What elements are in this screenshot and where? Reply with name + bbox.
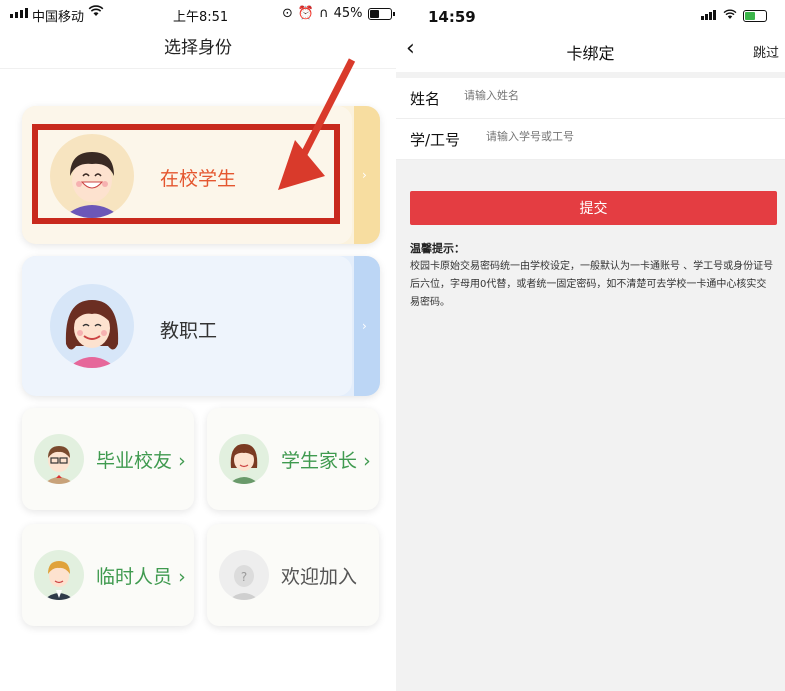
- role-card-welcome[interactable]: ? 欢迎加入: [207, 524, 379, 626]
- role-card-parent[interactable]: 学生家长 ›: [207, 408, 379, 510]
- chevron-right-icon: ›: [178, 450, 186, 472]
- alumni-avatar: [34, 434, 84, 484]
- role-label-staff: 教职工: [160, 320, 218, 342]
- chevron-right-icon: ›: [362, 319, 367, 333]
- annotation-arrow-icon: [278, 58, 356, 190]
- parent-avatar: [219, 434, 269, 484]
- staff-avatar: [50, 284, 134, 368]
- name-input[interactable]: [462, 88, 686, 103]
- top-bar: 14:59 ‹ 卡绑定 跳过: [396, 0, 785, 72]
- role-card-alumni[interactable]: 毕业校友 ›: [22, 408, 194, 510]
- name-label: 姓名: [410, 90, 441, 108]
- wifi-icon: [723, 9, 737, 23]
- chevron-right-icon: ›: [363, 450, 371, 472]
- unknown-user-avatar: ?: [219, 550, 269, 600]
- status-time-right: 14:59: [428, 8, 476, 26]
- chevron-right-icon: ›: [178, 566, 186, 588]
- tip-title: 温馨提示：: [410, 242, 465, 255]
- role-card-temp[interactable]: 临时人员 ›: [22, 524, 194, 626]
- submit-button[interactable]: 提交: [410, 191, 777, 225]
- name-row: 姓名: [396, 78, 785, 119]
- right-phone-screen: 14:59 ‹ 卡绑定 跳过 姓名 学/工号 提交 温馨提示： 校园卡原始交易密…: [396, 0, 785, 691]
- role-label-temp: 临时人员 ›: [96, 566, 186, 588]
- skip-button[interactable]: 跳过: [753, 42, 779, 61]
- id-input[interactable]: [484, 129, 708, 144]
- tip-body: 校园卡原始交易密码统一由学校设定，一般默认为一卡通账号 、学工号或身份证号后六位…: [410, 261, 774, 308]
- id-label: 学/工号: [410, 131, 461, 149]
- svg-text:?: ?: [241, 570, 247, 584]
- bind-form: 姓名 学/工号: [396, 78, 785, 160]
- role-label-welcome: 欢迎加入: [281, 566, 358, 588]
- role-label-alumni: 毕业校友 ›: [96, 450, 186, 472]
- staff-card-tab: ›: [354, 256, 380, 396]
- left-phone-screen: 中国移动 上午8:51 ⊙ ⏰ ∩ 45% 选择身份 › 在校学生 › 教职工 …: [0, 0, 396, 691]
- role-label-parent: 学生家长 ›: [281, 450, 371, 472]
- page-title: 卡绑定: [566, 44, 615, 63]
- id-row: 学/工号: [396, 119, 785, 160]
- signal-icon: [701, 9, 717, 23]
- temp-avatar: [34, 550, 84, 600]
- battery-icon: [743, 10, 767, 22]
- status-icons-right: [701, 9, 767, 23]
